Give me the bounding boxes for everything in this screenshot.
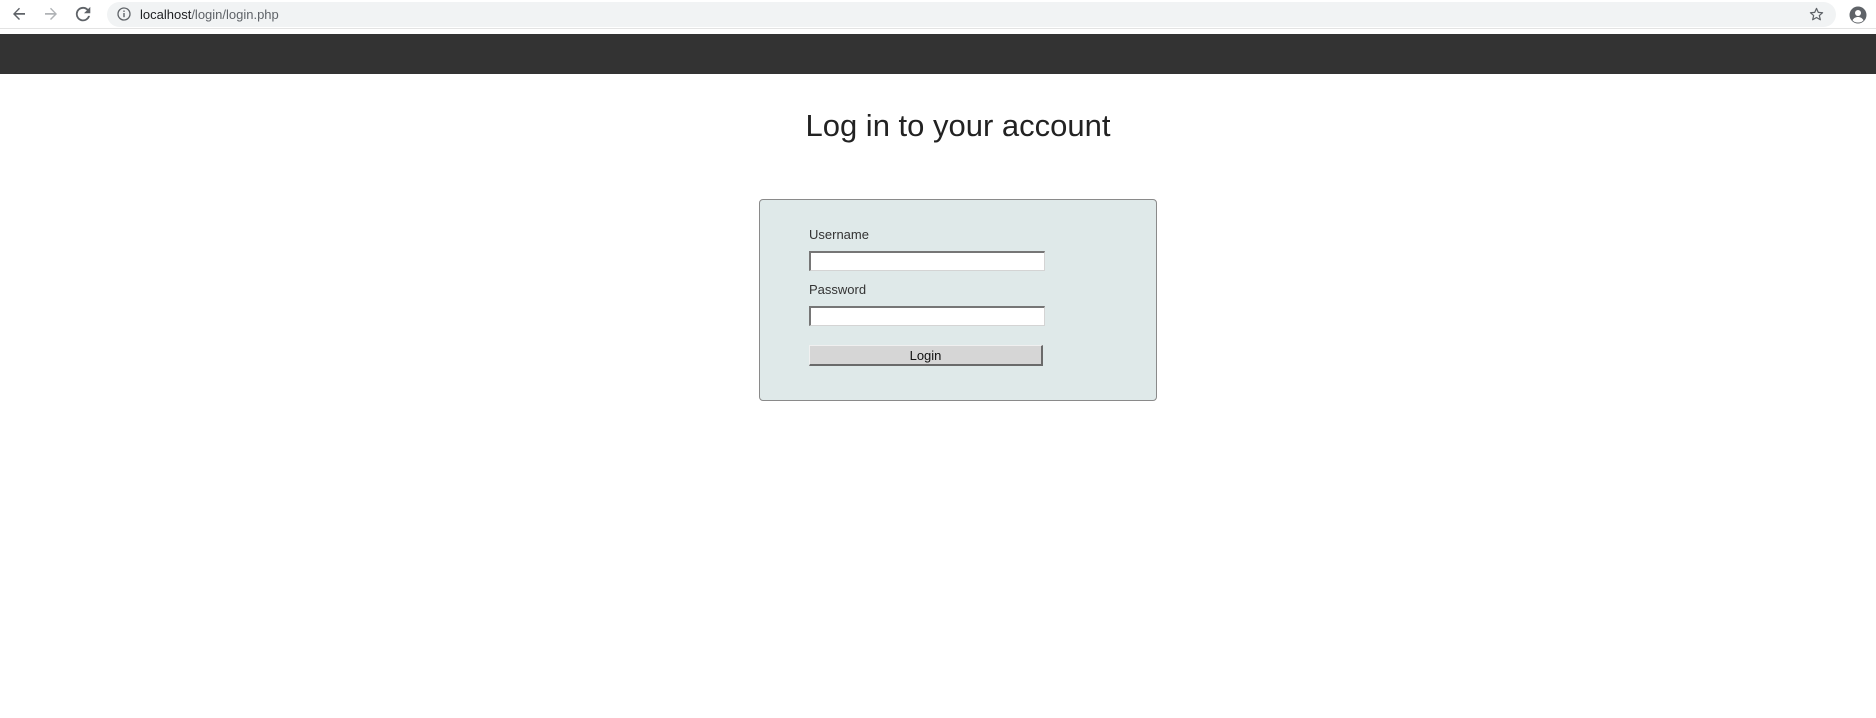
- url-text[interactable]: localhost/login/login.php: [140, 7, 279, 22]
- back-arrow-icon[interactable]: [9, 4, 29, 24]
- star-icon[interactable]: [1809, 7, 1824, 22]
- username-input[interactable]: [809, 251, 1045, 271]
- address-bar[interactable]: localhost/login/login.php: [107, 2, 1836, 27]
- reload-icon[interactable]: [73, 4, 93, 24]
- url-path: /login/login.php: [191, 7, 279, 22]
- page-title: Log in to your account: [805, 108, 1111, 143]
- login-button[interactable]: Login: [809, 345, 1043, 366]
- url-host: localhost: [140, 7, 192, 22]
- login-form: Username Password Login: [759, 199, 1157, 401]
- site-header-bar: [0, 34, 1876, 74]
- password-label: Password: [809, 282, 867, 297]
- forward-arrow-icon[interactable]: [41, 4, 61, 24]
- info-icon[interactable]: [117, 7, 131, 21]
- browser-toolbar: localhost/login/login.php: [0, 0, 1876, 29]
- password-input[interactable]: [809, 306, 1045, 326]
- username-label: Username: [809, 227, 869, 242]
- avatar-icon[interactable]: [1849, 6, 1867, 24]
